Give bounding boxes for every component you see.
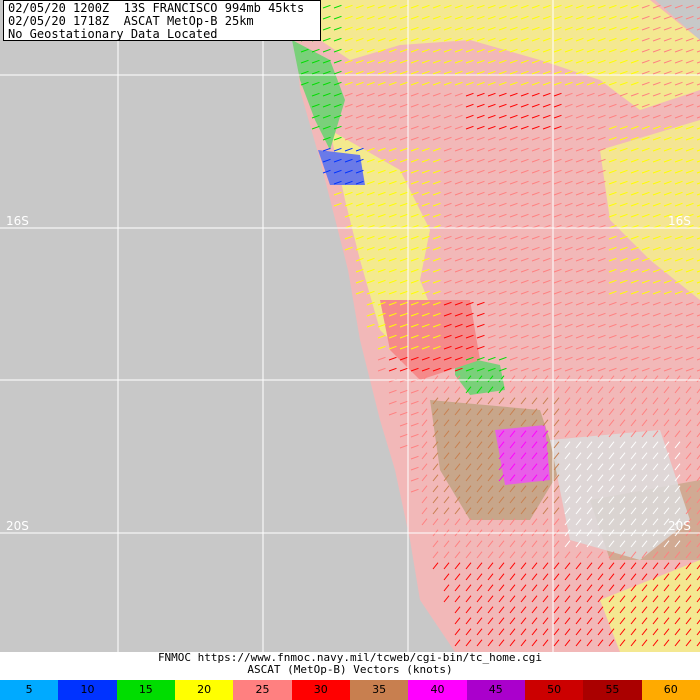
scale-cell: 60 — [641, 680, 700, 700]
scale-cell: 55 — [583, 680, 642, 700]
wind-speed-color-scale: 5 10 15 20 25 30 35 40 45 50 55 60 — [0, 680, 700, 700]
product-line: ASCAT (MetOp-B) Vectors (knots) — [247, 663, 453, 676]
latitude-label-20s-right: 20S — [668, 519, 691, 533]
storm-info-box: 02/05/20 1200Z 13S FRANCISCO 994mb 45kts… — [3, 0, 321, 41]
latitude-label-16s: 16S — [6, 214, 29, 228]
ascat-wind-image: 16S 20S 16S 20S 02/05/20 1200Z 13S FRANC… — [0, 0, 700, 700]
scale-cell: 10 — [58, 680, 117, 700]
scale-cell: 25 — [233, 680, 292, 700]
scale-cell: 30 — [291, 680, 350, 700]
footer-caption: FNMOC https://www.fnmoc.navy.mil/tcweb/c… — [0, 652, 700, 680]
scale-cell: 20 — [174, 680, 234, 700]
scale-cell: 50 — [524, 680, 584, 700]
scale-cell: 35 — [349, 680, 409, 700]
latitude-label-16s-right: 16S — [668, 214, 691, 228]
wind-vector-map: 16S 20S 16S 20S — [0, 0, 700, 652]
scale-cell: 40 — [408, 680, 467, 700]
scale-cell: 15 — [116, 680, 175, 700]
geo-status-line: No Geostationary Data Located — [8, 27, 218, 41]
scale-cell: 5 — [0, 680, 59, 700]
latitude-label-20s: 20S — [6, 519, 29, 533]
scale-cell: 45 — [466, 680, 525, 700]
